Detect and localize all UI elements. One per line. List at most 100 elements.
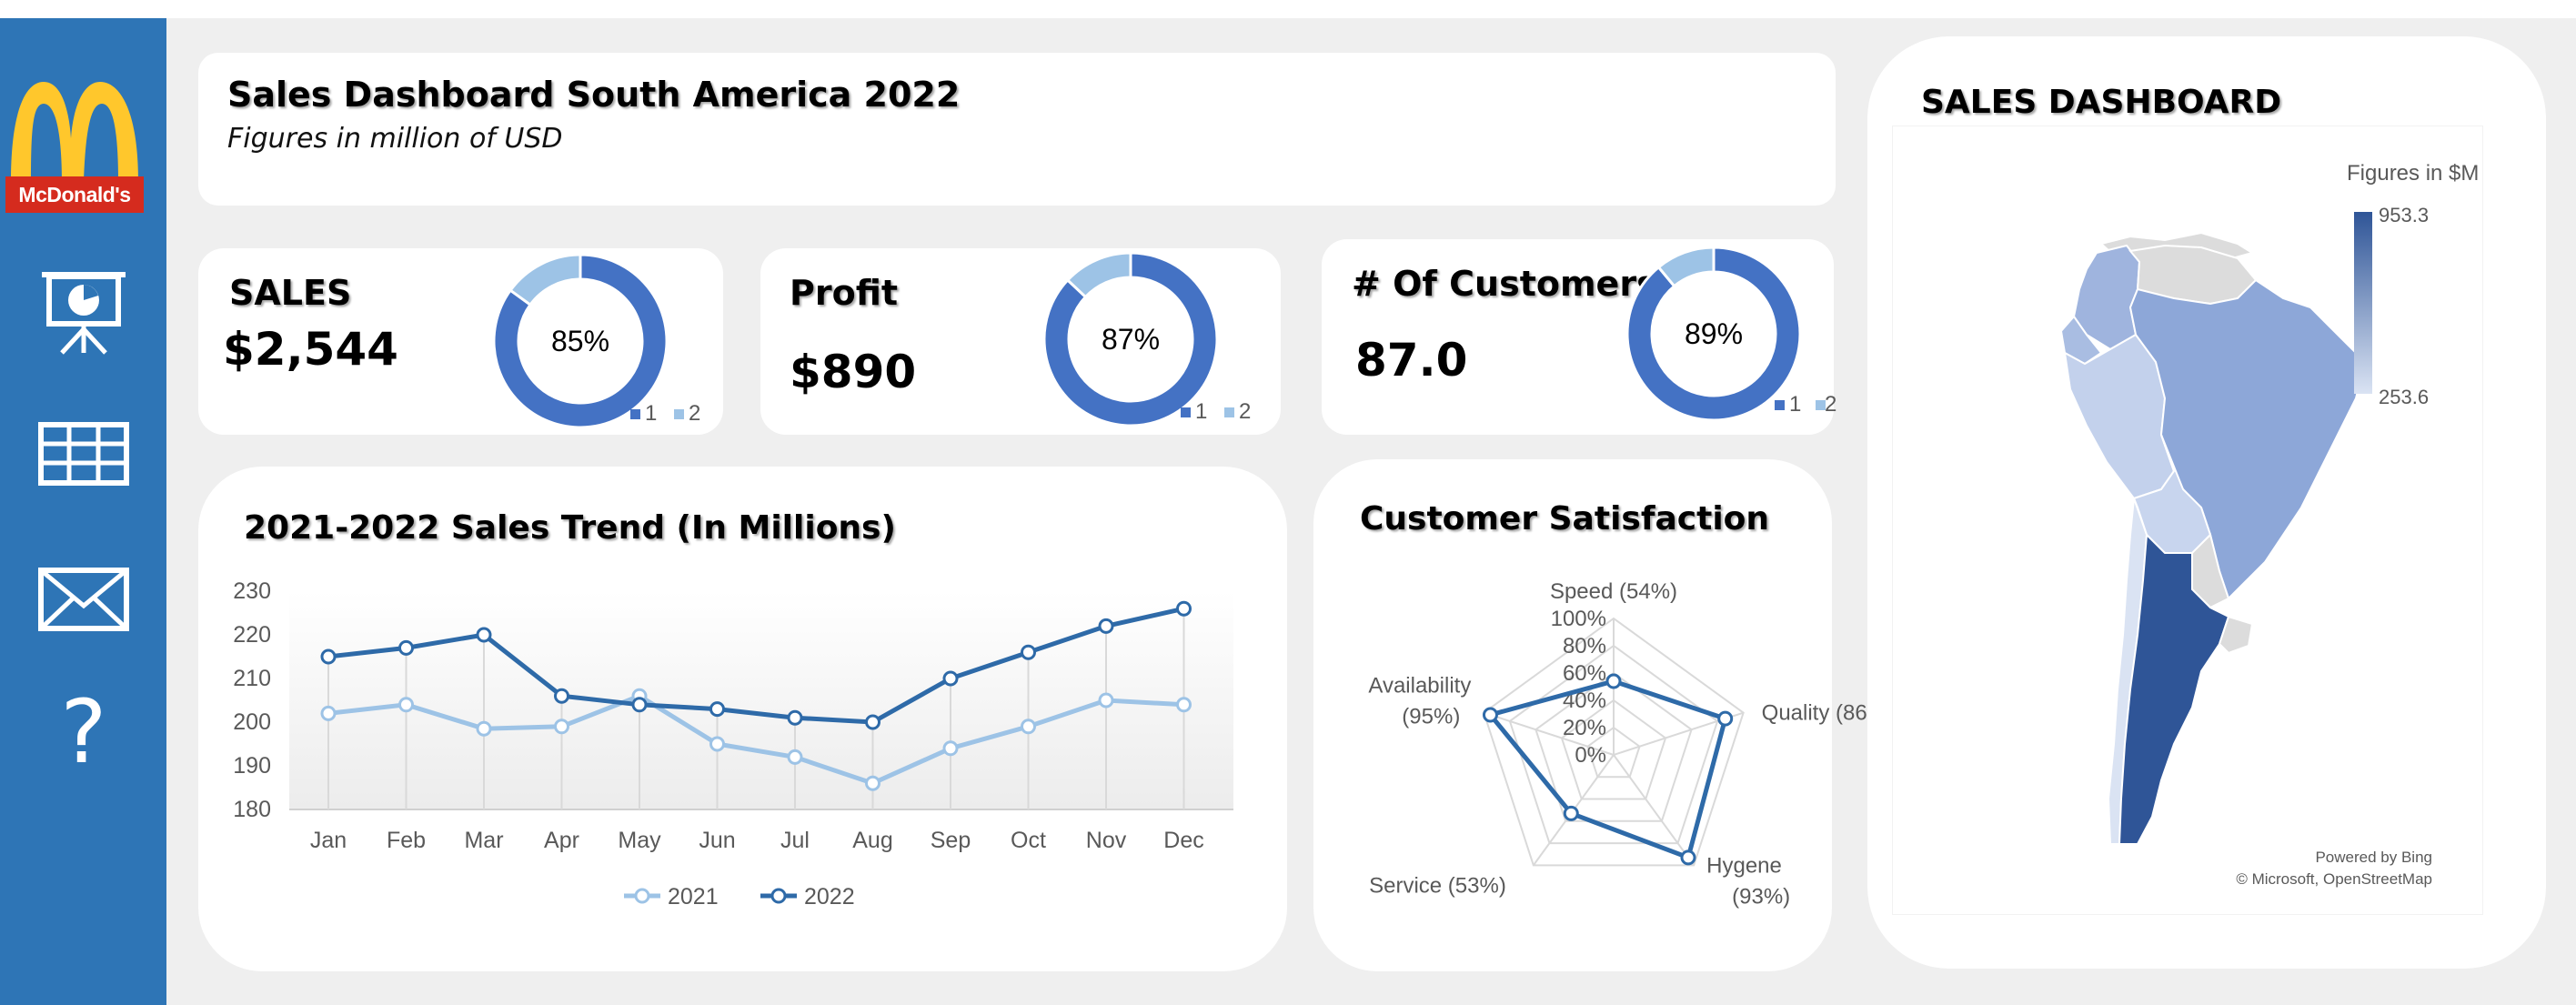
radar-data-point	[1482, 707, 1498, 723]
radar-axis-label: Hygene (93%)	[1706, 853, 1790, 909]
x-tick-label: Jun	[699, 828, 735, 853]
x-tick-label: Nov	[1086, 828, 1127, 853]
data-point-2021	[554, 719, 569, 735]
kpi-label-sales: SALES	[229, 273, 352, 313]
x-tick-label: May	[618, 828, 661, 853]
legend-label-2022: 2022	[804, 884, 855, 910]
dashboard-canvas: McDonald's ? Sales Dashboard South Ameri…	[0, 0, 2576, 1005]
data-point-2022	[1176, 600, 1192, 617]
map-legend-min: 253.6	[2379, 386, 2429, 408]
y-tick-label: 180	[233, 797, 271, 822]
sidebar-item-table[interactable]	[20, 404, 147, 504]
data-point-2022	[398, 639, 414, 656]
x-tick-label: Aug	[852, 828, 892, 853]
sales-trend-chart: 180 190 200 210 220 230 Jan Feb Mar Apr May Jun Jul A…	[233, 578, 1233, 910]
legend-swatch-2	[674, 409, 684, 419]
radar-tick-label: 0%	[1575, 743, 1606, 768]
satisfaction-radar-chart: 0%20%40%60%80%100%Speed (54%)Quality (86…	[1368, 579, 1894, 909]
x-tick-label: Dec	[1163, 828, 1203, 853]
page-subtitle: Figures in million of USD	[227, 123, 563, 155]
data-point-2021	[1176, 697, 1192, 713]
data-point-2022	[942, 670, 959, 687]
data-point-2021	[320, 705, 337, 721]
golden-arches-icon	[11, 82, 138, 182]
south-america-map[interactable]: Figures in $M 953.3 253.6 Powered by Bin…	[1892, 126, 2483, 915]
data-point-2021	[865, 775, 880, 791]
sidebar-item-help[interactable]: ?	[20, 678, 147, 787]
radar-data-point	[1563, 805, 1579, 821]
map-credit-osm: © Microsoft, OpenStreetMap	[2236, 870, 2432, 888]
y-tick-label: 210	[233, 666, 271, 691]
kpi-label-profit: Profit	[790, 273, 899, 313]
data-point-2021	[1098, 692, 1114, 709]
x-tick-label: Apr	[544, 828, 579, 853]
donut-percent-label: 85%	[551, 325, 609, 357]
legend-swatch-1	[1181, 407, 1191, 417]
data-point-2021	[709, 736, 725, 752]
map-legend-max: 953.3	[2379, 204, 2429, 226]
data-point-2022	[476, 627, 492, 643]
kpi-label-customers: # Of Customers	[1352, 264, 1657, 304]
data-point-2022	[1021, 644, 1036, 660]
map-credit-bing: Powered by Bing	[2315, 849, 2432, 866]
legend-marker-2022	[770, 888, 787, 904]
map-legend-title: Figures in $M	[2347, 161, 2479, 186]
data-point-2021	[476, 720, 492, 737]
legend-label-1: 1	[645, 401, 657, 426]
data-point-2021	[787, 749, 803, 765]
table-grid-icon	[38, 422, 129, 486]
kpi-value-profit: $890	[790, 346, 917, 398]
map-title: SALES DASHBOARD	[1921, 84, 2282, 121]
mail-icon	[38, 568, 129, 631]
radar-axis-label: Speed (54%)	[1550, 579, 1677, 604]
sidebar-item-mail[interactable]	[20, 549, 147, 649]
satisfaction-title: Customer Satisfaction	[1360, 500, 1770, 538]
page-title: Sales Dashboard South America 2022	[227, 75, 961, 115]
data-point-2022	[865, 714, 880, 730]
sidebar: McDonald's ?	[0, 18, 166, 1005]
radar-data-point	[1680, 849, 1696, 866]
sidebar-item-presentation[interactable]	[20, 256, 147, 366]
legend-swatch-2	[1224, 407, 1234, 417]
y-tick-label: 200	[233, 709, 271, 735]
help-icon: ?	[60, 681, 107, 783]
legend-label-2: 2	[1825, 392, 1836, 417]
data-point-2021	[942, 740, 959, 757]
radar-tick-label: 20%	[1563, 716, 1606, 740]
kpi-value-sales: $2,544	[223, 323, 398, 376]
radar-data-point	[1605, 673, 1622, 689]
data-point-2022	[709, 701, 725, 718]
radar-tick-label: 80%	[1563, 634, 1606, 658]
x-tick-label: Oct	[1011, 828, 1046, 853]
donut-chart-sales: 85% 1 2	[492, 253, 700, 429]
donut-percent-label: 89%	[1685, 317, 1743, 350]
plot-area	[289, 591, 1233, 809]
legend-swatch-1	[1775, 400, 1785, 410]
data-point-2021	[398, 697, 414, 713]
data-point-2022	[1098, 618, 1114, 634]
x-tick-label: Sep	[931, 828, 971, 853]
donut-percent-label: 87%	[1102, 323, 1160, 356]
radar-tick-label: 60%	[1563, 661, 1606, 686]
data-point-2022	[631, 697, 648, 713]
data-point-2022	[787, 709, 803, 726]
radar-tick-label: 100%	[1551, 607, 1606, 631]
mcdonalds-logo[interactable]: McDonald's	[5, 75, 144, 216]
legend-label-2: 2	[689, 401, 700, 426]
radar-axis-label: Availability (95%)	[1368, 674, 1471, 729]
radar-axis-label: Service (53%)	[1369, 873, 1506, 898]
top-strip	[0, 0, 2576, 18]
donut-slice-2	[508, 253, 582, 307]
donut-slice-2	[1065, 251, 1132, 299]
y-tick-label: 230	[233, 578, 271, 604]
data-point-2022	[554, 688, 569, 704]
donut-chart-customers: 89% 1 2	[1625, 246, 1836, 422]
legend-label-1: 1	[1789, 392, 1801, 417]
map-legend-gradient	[2354, 212, 2372, 394]
presentation-chart-icon	[42, 272, 126, 355]
logo-wordmark: McDonald's	[5, 176, 144, 213]
legend-label-2: 2	[1239, 399, 1251, 424]
kpi-value-customers: 87.0	[1355, 334, 1468, 387]
x-tick-label: Jan	[310, 828, 347, 853]
radar-data-point	[1717, 710, 1734, 727]
